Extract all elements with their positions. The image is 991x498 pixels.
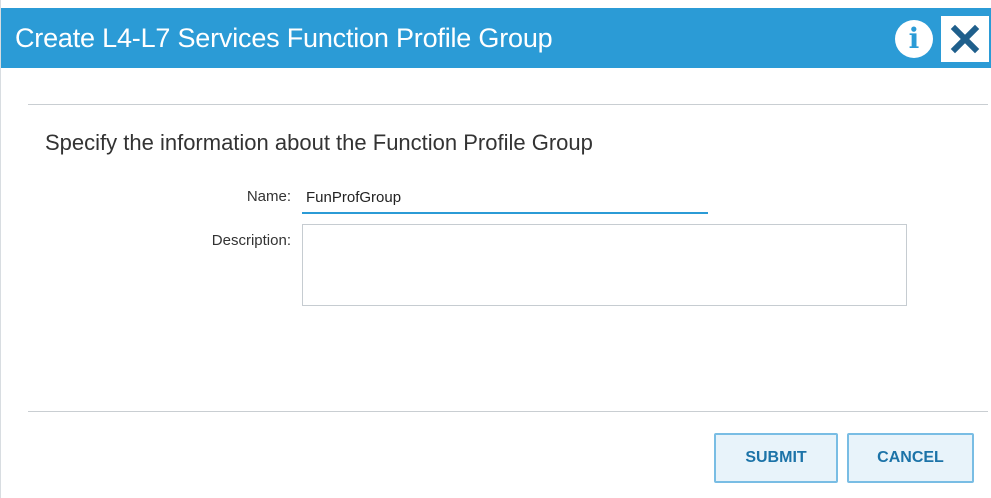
close-x-glyph (950, 24, 980, 54)
cancel-button[interactable]: CANCEL (847, 433, 974, 483)
info-icon-glyph: i (908, 22, 920, 55)
form-subtitle: Specify the information about the Functi… (45, 130, 593, 155)
footer-divider (28, 411, 988, 412)
name-input[interactable] (302, 182, 708, 214)
dialog-titlebar: Create L4-L7 Services Function Profile G… (1, 8, 991, 68)
create-function-profile-group-dialog: Create L4-L7 Services Function Profile G… (0, 0, 991, 498)
submit-button[interactable]: SUBMIT (714, 433, 838, 483)
description-input[interactable] (302, 224, 907, 306)
dialog-title: Create L4-L7 Services Function Profile G… (15, 22, 553, 53)
name-label: Name: (246, 188, 291, 205)
header-divider (28, 104, 988, 105)
info-icon[interactable]: i (895, 20, 933, 58)
description-label: Description: (211, 232, 291, 249)
close-icon[interactable] (941, 16, 989, 62)
